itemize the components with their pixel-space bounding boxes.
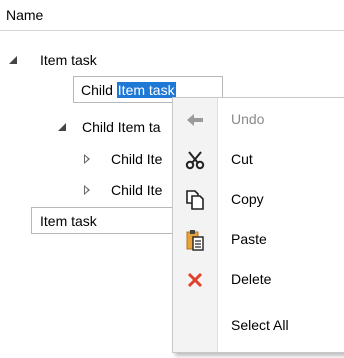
tree-row-label: Item task: [40, 52, 97, 68]
menu-label-paste: Paste: [231, 231, 267, 247]
collapsed-arrow-icon[interactable]: [84, 185, 90, 195]
scissors-icon: [183, 148, 207, 172]
menu-label-select-all: Select All: [231, 317, 289, 333]
menu-label-delete: Delete: [231, 271, 272, 287]
edit-text-prefix: Child: [81, 82, 117, 98]
tree-row-label: Child Ite: [111, 151, 163, 167]
copy-icon: [183, 188, 207, 212]
column-header-name: Name: [6, 7, 44, 23]
menu-item-delete[interactable]: Delete: [173, 260, 344, 300]
menu-item-cut[interactable]: Cut: [173, 140, 344, 180]
menu-item-paste[interactable]: Paste: [173, 220, 344, 260]
menu-label-cut: Cut: [231, 151, 253, 167]
menu-item-copy[interactable]: Copy: [173, 180, 344, 220]
context-menu: Undo Cut Copy Paste Delete Select All: [172, 97, 344, 353]
menu-item-undo[interactable]: Undo: [173, 100, 344, 140]
menu-item-select-all[interactable]: Select All: [173, 306, 344, 346]
tree-row-root[interactable]: Item task: [0, 46, 344, 74]
expanded-arrow-icon[interactable]: [58, 123, 66, 131]
expanded-arrow-icon[interactable]: [9, 56, 17, 64]
collapsed-arrow-icon[interactable]: [84, 154, 90, 164]
paste-icon: [183, 228, 207, 252]
tree-list-view: Name Item task Child Item task Child Ite…: [0, 0, 344, 358]
delete-x-icon: [183, 268, 207, 292]
tree-row-label: Child Item ta: [82, 119, 161, 135]
tree-row-root-2[interactable]: Item task: [31, 207, 181, 234]
tree-row-label: Child Ite: [111, 182, 163, 198]
menu-label-copy: Copy: [231, 191, 264, 207]
menu-label-undo: Undo: [231, 111, 265, 127]
edit-text-selection: Item task: [116, 82, 176, 98]
undo-arrow-icon: [183, 108, 207, 132]
edit-text: Child Item task: [81, 80, 176, 100]
tree-row-label: Item task: [40, 213, 97, 229]
column-header[interactable]: Name: [0, 0, 344, 31]
